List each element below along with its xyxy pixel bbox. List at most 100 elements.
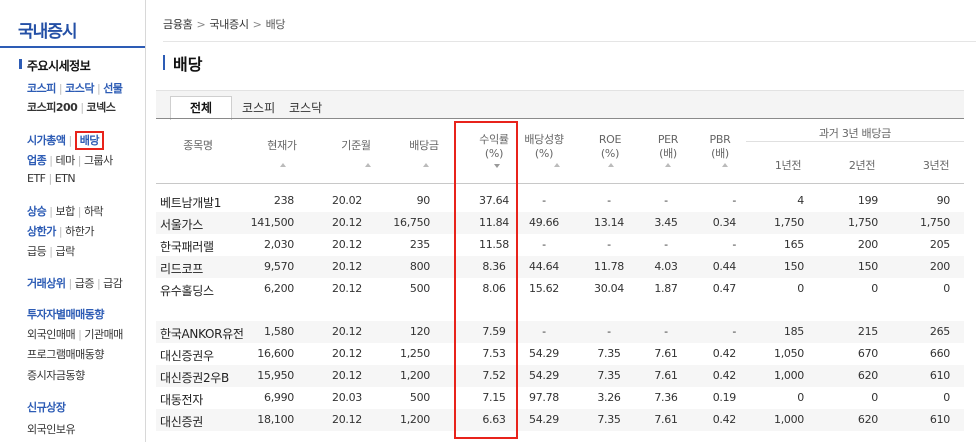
cell-3y: 0 (943, 391, 950, 404)
col-header-roe[interactable]: ROE (592, 133, 628, 146)
cell-yield: 8.06 (482, 282, 506, 295)
cell-base-month: 20.12 (332, 216, 362, 229)
nav-link[interactable]: ETF (27, 172, 46, 185)
cell-stock-name[interactable]: 대신증권 (160, 413, 203, 430)
cell-base-month: 20.12 (332, 238, 362, 251)
nav-link[interactable]: 외국인보유 (27, 423, 76, 436)
nav-link[interactable]: 급증 (75, 277, 95, 290)
cell-1y: 1,000 (774, 413, 804, 426)
nav-link[interactable]: 프로그램매매동향 (27, 348, 104, 361)
cell-base-month: 20.12 (332, 369, 362, 382)
nav-link[interactable]: 코넥스 (87, 101, 116, 114)
cell-stock-name[interactable]: 대동전자 (160, 391, 203, 408)
cell-1y: 0 (797, 282, 804, 295)
cell-per: 7.36 (654, 391, 678, 404)
cell-yield: 7.59 (482, 325, 506, 338)
nav-link[interactable]: 그룹사 (84, 154, 113, 167)
nav-link[interactable]: 상한가 (27, 225, 56, 238)
col-header-dividend[interactable]: 배당금 (404, 139, 444, 152)
nav-link[interactable]: 급감 (103, 277, 123, 290)
sort-asc-icon[interactable] (665, 163, 671, 167)
cell-stock-name[interactable]: 서울가스 (160, 216, 203, 233)
sort-asc-icon[interactable] (423, 163, 429, 167)
nav-link[interactable]: 시가총액 (27, 134, 66, 147)
cell-base-month: 20.12 (332, 347, 362, 360)
cell-roe: 3.26 (597, 391, 621, 404)
col-header-price[interactable]: 현재가 (262, 139, 302, 152)
cell-payout: 49.66 (529, 216, 559, 229)
sort-asc-icon[interactable] (280, 163, 286, 167)
section-title: 국내증시 (18, 22, 78, 42)
nav-link[interactable]: 보합 (55, 205, 75, 218)
col-header-pbr[interactable]: PBR (702, 133, 738, 146)
section-bar (19, 59, 22, 69)
title-divider (0, 46, 145, 48)
cell-yield: 37.64 (479, 194, 509, 207)
col-header-per[interactable]: PER (650, 133, 686, 146)
cell-yield: 11.58 (479, 238, 509, 251)
cell-price: 9,570 (264, 260, 294, 273)
nav-link[interactable]: 하한가 (65, 225, 94, 238)
nav-link[interactable]: 코스피 (27, 82, 56, 95)
nav-link[interactable]: 신규상장 (27, 401, 66, 414)
cell-dividend: 1,200 (400, 369, 430, 382)
nav-separator: | (68, 134, 72, 147)
nav-link[interactable]: 투자자별매매동향 (27, 308, 104, 321)
nav-link[interactable]: 외국인매매 (27, 328, 76, 341)
nav-link[interactable]: 기관매매 (84, 328, 123, 341)
nav-link[interactable]: 테마 (55, 154, 75, 167)
nav-row: 업종 | 테마 | 그룹사 (27, 152, 113, 168)
col-header-yield[interactable]: 수익률 (470, 133, 518, 146)
cell-2y: 0 (871, 282, 878, 295)
cell-stock-name[interactable]: 유수홀딩스 (160, 282, 214, 299)
breadcrumb-domestic-market[interactable]: 국내증시 (209, 18, 249, 31)
cell-stock-name[interactable]: 대신증권우 (160, 347, 214, 364)
nav-link[interactable]: 거래상위 (27, 277, 66, 290)
nav-separator: | (49, 245, 53, 258)
nav-link[interactable]: 상승 (27, 205, 47, 218)
sort-asc-icon[interactable] (554, 163, 560, 167)
cell-per: 7.61 (654, 413, 678, 426)
nav-link[interactable]: 배당 (74, 131, 104, 150)
cell-price: 1,580 (264, 325, 294, 338)
breadcrumb-finance-home[interactable]: 금융홈 (163, 18, 193, 31)
nav-link[interactable]: 코스피200 (27, 101, 78, 114)
cell-base-month: 20.03 (332, 391, 362, 404)
cell-stock-name[interactable]: 베트남개발1 (160, 194, 221, 211)
nav-link[interactable]: 급등 (27, 245, 47, 258)
sort-asc-icon[interactable] (365, 163, 371, 167)
cell-2y: 215 (857, 325, 878, 338)
cell-roe: - (607, 325, 611, 338)
nav-link[interactable]: ETN (55, 172, 76, 185)
cell-price: 18,100 (257, 413, 294, 426)
cell-pbr: 0.42 (712, 413, 737, 426)
cell-dividend: 500 (409, 391, 430, 404)
cell-1y: 4 (797, 194, 804, 207)
nav-link[interactable]: 증시자금동향 (27, 369, 85, 382)
cell-stock-name[interactable]: 한국패러랠 (160, 238, 214, 255)
tab-kosdaq[interactable]: 코스닥 (289, 99, 322, 116)
col-header-payout-unit: (%) (534, 147, 554, 160)
cell-stock-name[interactable]: 리드코프 (160, 260, 203, 277)
nav-link[interactable]: 코스닥 (65, 82, 94, 95)
col-header-payout[interactable]: 배당성향 (520, 133, 568, 146)
nav-link[interactable]: 하락 (84, 205, 104, 218)
tab-kospi[interactable]: 코스피 (242, 99, 275, 116)
nav-link[interactable]: 선물 (103, 82, 123, 95)
nav-link[interactable]: 업종 (27, 154, 47, 167)
cell-stock-name[interactable]: 한국ANKOR유전 (160, 325, 244, 342)
table-row: 대동전자 6,990 20.03 500 7.15 97.78 3.26 7.36 0.19 0 0… (156, 387, 964, 409)
nav-section-heading[interactable]: 주요시세정보 (19, 57, 91, 74)
sort-asc-icon[interactable] (608, 163, 614, 167)
nav-link[interactable]: 급락 (55, 245, 75, 258)
col-header-base-month[interactable]: 기준월 (336, 139, 376, 152)
cell-stock-name[interactable]: 대신증권2우B (160, 369, 229, 386)
tab-all[interactable]: 전체 (170, 96, 232, 120)
sort-asc-icon[interactable] (722, 163, 728, 167)
cell-dividend: 90 (416, 194, 431, 207)
cell-3y: 660 (929, 347, 950, 360)
table-row: 리드코프 9,570 20.12 800 8.36 44.64 11.78 4.03 0.44 1… (156, 256, 964, 278)
cell-pbr: 0.44 (712, 260, 737, 273)
cell-pbr: 0.47 (712, 282, 737, 295)
sort-desc-icon[interactable] (494, 164, 500, 168)
